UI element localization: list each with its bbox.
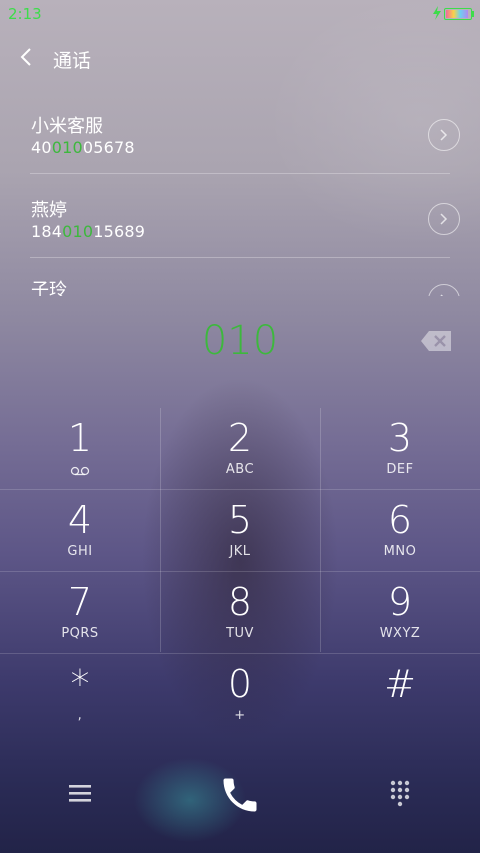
backspace-icon[interactable] (420, 330, 452, 352)
header: 通话 (0, 36, 480, 80)
key-letters: WXYZ (379, 626, 421, 641)
key-4[interactable]: 4 GHI (0, 490, 160, 572)
chevron-right-icon (440, 129, 448, 141)
key-2[interactable]: 2 ABC (160, 408, 320, 490)
status-bar: 2:13 (0, 0, 480, 28)
list-item[interactable]: 燕婷 18401015689 (0, 176, 480, 258)
key-digit: # (384, 662, 416, 706)
key-digit: 3 (387, 416, 413, 460)
key-8[interactable]: 8 TUV (160, 572, 320, 654)
key-digit: 5 (227, 498, 253, 542)
status-time: 2:13 (8, 5, 42, 23)
key-digit: 6 (387, 498, 413, 542)
keypad: 1 2 ABC 3 DEF 4 GHI 5 JKL 6 MNO 7 PQRS 8… (0, 408, 480, 736)
contact-name: 燕婷 (31, 200, 67, 221)
dial-input-area: 010 (0, 310, 480, 374)
contact-number: 4001005678 (31, 138, 135, 157)
key-letters: DEF (386, 462, 414, 477)
back-arrow-icon[interactable] (16, 46, 38, 68)
key-digit: 7 (67, 580, 93, 624)
key-6[interactable]: 6 MNO (320, 490, 480, 572)
key-0[interactable]: 0 + (160, 654, 320, 736)
list-item[interactable]: 小米客服 4001005678 (0, 92, 480, 174)
key-7[interactable]: 7 PQRS (0, 572, 160, 654)
key-digit: 8 (227, 580, 253, 624)
key-letters: MNO (383, 544, 417, 559)
key-hash[interactable]: # (320, 654, 480, 736)
key-1[interactable]: 1 (0, 408, 160, 490)
contact-name: 子玲 (31, 280, 67, 296)
key-digit: 9 (387, 580, 413, 624)
list-item[interactable]: 子玲 (0, 258, 480, 296)
key-letters: ABC (225, 462, 255, 477)
battery-tip (472, 11, 474, 17)
voicemail-icon (70, 466, 90, 476)
key-9[interactable]: 9 WXYZ (320, 572, 480, 654)
key-3[interactable]: 3 DEF (320, 408, 480, 490)
bottom-bar (0, 755, 480, 835)
divider (30, 173, 450, 174)
key-5[interactable]: 5 JKL (160, 490, 320, 572)
phone-call-icon[interactable] (218, 773, 262, 817)
contact-detail-button[interactable] (428, 203, 460, 235)
key-letters: + (234, 708, 246, 723)
key-letters: PQRS (61, 626, 99, 641)
chevron-right-icon (440, 294, 444, 296)
battery-icon (444, 8, 472, 20)
key-digit: 1 (67, 416, 93, 460)
contact-number: 18401015689 (31, 222, 146, 241)
contact-name: 小米客服 (31, 116, 103, 137)
charging-icon (433, 6, 441, 20)
key-star[interactable]: * , (0, 654, 160, 736)
key-digit: * (70, 662, 90, 706)
contact-detail-button[interactable] (428, 284, 460, 296)
dial-number-display[interactable]: 010 (0, 318, 480, 364)
key-digit: 2 (227, 416, 253, 460)
menu-icon[interactable] (66, 779, 94, 807)
key-letters: JKL (229, 544, 251, 559)
contact-detail-button[interactable] (428, 119, 460, 151)
key-digit: 0 (227, 662, 253, 706)
key-letters: GHI (67, 544, 93, 559)
dialpad-icon[interactable] (386, 779, 414, 807)
chevron-right-icon (440, 213, 448, 225)
page-title: 通话 (53, 50, 92, 72)
key-letters: , (77, 708, 83, 723)
key-letters: TUV (226, 626, 254, 641)
key-digit: 4 (67, 498, 93, 542)
